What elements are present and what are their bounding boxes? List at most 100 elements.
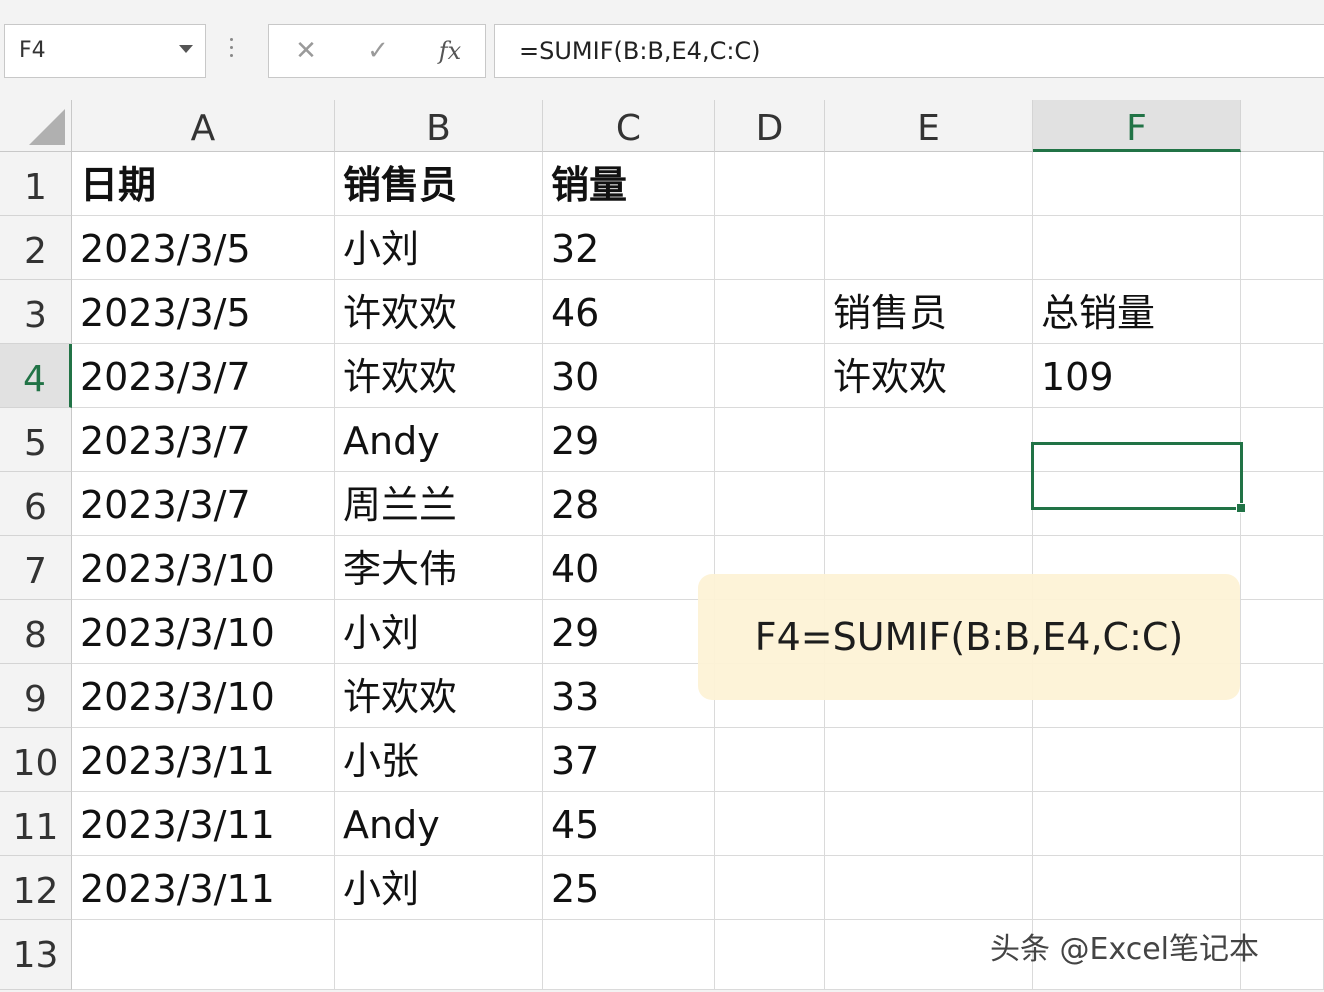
cell-d13[interactable] xyxy=(715,920,825,990)
enter-icon[interactable]: ✓ xyxy=(353,25,403,77)
cell-a1[interactable]: 日期 xyxy=(72,152,335,216)
cell-b12[interactable]: 小刘 xyxy=(335,856,543,920)
cell-a11[interactable]: 2023/3/11 xyxy=(72,792,335,856)
cell-a10[interactable]: 2023/3/11 xyxy=(72,728,335,792)
cell-a5[interactable]: 2023/3/7 xyxy=(72,408,335,472)
row-header-10[interactable]: 10 xyxy=(0,728,72,792)
formula-input[interactable]: =SUMIF(B:B,E4,C:C) xyxy=(494,24,1324,78)
fill-handle[interactable] xyxy=(1236,503,1246,513)
cell-g12[interactable] xyxy=(1241,856,1324,920)
cell-d2[interactable] xyxy=(715,216,825,280)
row-header-7[interactable]: 7 xyxy=(0,536,72,600)
cell-d1[interactable] xyxy=(715,152,825,216)
row-header-6[interactable]: 6 xyxy=(0,472,72,536)
cell-e10[interactable] xyxy=(825,728,1033,792)
cell-b2[interactable]: 小刘 xyxy=(335,216,543,280)
cell-b13[interactable] xyxy=(335,920,543,990)
cell-e4[interactable]: 许欢欢 xyxy=(825,344,1033,408)
cell-c11[interactable]: 45 xyxy=(543,792,715,856)
cell-c2[interactable]: 32 xyxy=(543,216,715,280)
cell-f10[interactable] xyxy=(1033,728,1241,792)
cell-g5[interactable] xyxy=(1241,408,1324,472)
cell-b10[interactable]: 小张 xyxy=(335,728,543,792)
chevron-down-icon[interactable] xyxy=(179,45,193,53)
cell-b1[interactable]: 销售员 xyxy=(335,152,543,216)
cell-b4[interactable]: 许欢欢 xyxy=(335,344,543,408)
cell-a9[interactable]: 2023/3/10 xyxy=(72,664,335,728)
cell-c6[interactable]: 28 xyxy=(543,472,715,536)
insert-function-icon[interactable]: fx xyxy=(425,25,475,77)
row-header-12[interactable]: 12 xyxy=(0,856,72,920)
row-header-4[interactable]: 4 xyxy=(0,344,72,408)
row-header-9[interactable]: 9 xyxy=(0,664,72,728)
column-header-d[interactable]: D xyxy=(715,100,825,152)
cell-f4[interactable]: 109 xyxy=(1033,344,1241,408)
row-header-2[interactable]: 2 xyxy=(0,216,72,280)
column-header-b[interactable]: B xyxy=(335,100,543,152)
spreadsheet-grid[interactable]: A B C D E F 1 2 3 4 5 6 7 8 9 10 11 12 1… xyxy=(0,100,1324,990)
cell-c12[interactable]: 25 xyxy=(543,856,715,920)
cell-c4[interactable]: 30 xyxy=(543,344,715,408)
row-header-1[interactable]: 1 xyxy=(0,152,72,216)
cell-a2[interactable]: 2023/3/5 xyxy=(72,216,335,280)
cell-a7[interactable]: 2023/3/10 xyxy=(72,536,335,600)
cancel-icon[interactable]: ✕ xyxy=(281,25,331,77)
name-box[interactable]: F4 xyxy=(4,24,206,78)
row-header-11[interactable]: 11 xyxy=(0,792,72,856)
cell-a6[interactable]: 2023/3/7 xyxy=(72,472,335,536)
row-header-13[interactable]: 13 xyxy=(0,920,72,990)
cell-a3[interactable]: 2023/3/5 xyxy=(72,280,335,344)
cell-b3[interactable]: 许欢欢 xyxy=(335,280,543,344)
cell-e3[interactable]: 销售员 xyxy=(825,280,1033,344)
cell-c7[interactable]: 40 xyxy=(543,536,715,600)
column-header-e[interactable]: E xyxy=(825,100,1033,152)
cell-d11[interactable] xyxy=(715,792,825,856)
cell-g9[interactable] xyxy=(1241,664,1324,728)
cell-g8[interactable] xyxy=(1241,600,1324,664)
cell-f2[interactable] xyxy=(1033,216,1241,280)
cell-g6[interactable] xyxy=(1241,472,1324,536)
cell-e6[interactable] xyxy=(825,472,1033,536)
cell-f1[interactable] xyxy=(1033,152,1241,216)
cell-d3[interactable] xyxy=(715,280,825,344)
cell-c9[interactable]: 33 xyxy=(543,664,715,728)
cell-g1[interactable] xyxy=(1241,152,1324,216)
cell-g3[interactable] xyxy=(1241,280,1324,344)
cell-a12[interactable]: 2023/3/11 xyxy=(72,856,335,920)
cell-e2[interactable] xyxy=(825,216,1033,280)
column-header-g[interactable] xyxy=(1241,100,1324,152)
column-header-a[interactable]: A xyxy=(72,100,335,152)
cell-b9[interactable]: 许欢欢 xyxy=(335,664,543,728)
cell-a13[interactable] xyxy=(72,920,335,990)
cell-c5[interactable]: 29 xyxy=(543,408,715,472)
cell-d5[interactable] xyxy=(715,408,825,472)
column-header-c[interactable]: C xyxy=(543,100,715,152)
cell-e12[interactable] xyxy=(825,856,1033,920)
more-options-icon[interactable] xyxy=(230,38,234,62)
cell-e1[interactable] xyxy=(825,152,1033,216)
cell-b11[interactable]: Andy xyxy=(335,792,543,856)
cell-c13[interactable] xyxy=(543,920,715,990)
select-all-button[interactable] xyxy=(0,100,72,152)
row-header-8[interactable]: 8 xyxy=(0,600,72,664)
cell-b8[interactable]: 小刘 xyxy=(335,600,543,664)
cell-f11[interactable] xyxy=(1033,792,1241,856)
cell-d12[interactable] xyxy=(715,856,825,920)
cell-a4[interactable]: 2023/3/7 xyxy=(72,344,335,408)
cell-c10[interactable]: 37 xyxy=(543,728,715,792)
cell-d6[interactable] xyxy=(715,472,825,536)
cell-d10[interactable] xyxy=(715,728,825,792)
cell-c3[interactable]: 46 xyxy=(543,280,715,344)
cell-a8[interactable]: 2023/3/10 xyxy=(72,600,335,664)
cell-e11[interactable] xyxy=(825,792,1033,856)
cell-f3[interactable]: 总销量 xyxy=(1033,280,1241,344)
cell-g2[interactable] xyxy=(1241,216,1324,280)
cell-g4[interactable] xyxy=(1241,344,1324,408)
cell-b6[interactable]: 周兰兰 xyxy=(335,472,543,536)
cell-b5[interactable]: Andy xyxy=(335,408,543,472)
cell-b7[interactable]: 李大伟 xyxy=(335,536,543,600)
row-header-5[interactable]: 5 xyxy=(0,408,72,472)
cell-g10[interactable] xyxy=(1241,728,1324,792)
cell-e5[interactable] xyxy=(825,408,1033,472)
cell-c8[interactable]: 29 xyxy=(543,600,715,664)
